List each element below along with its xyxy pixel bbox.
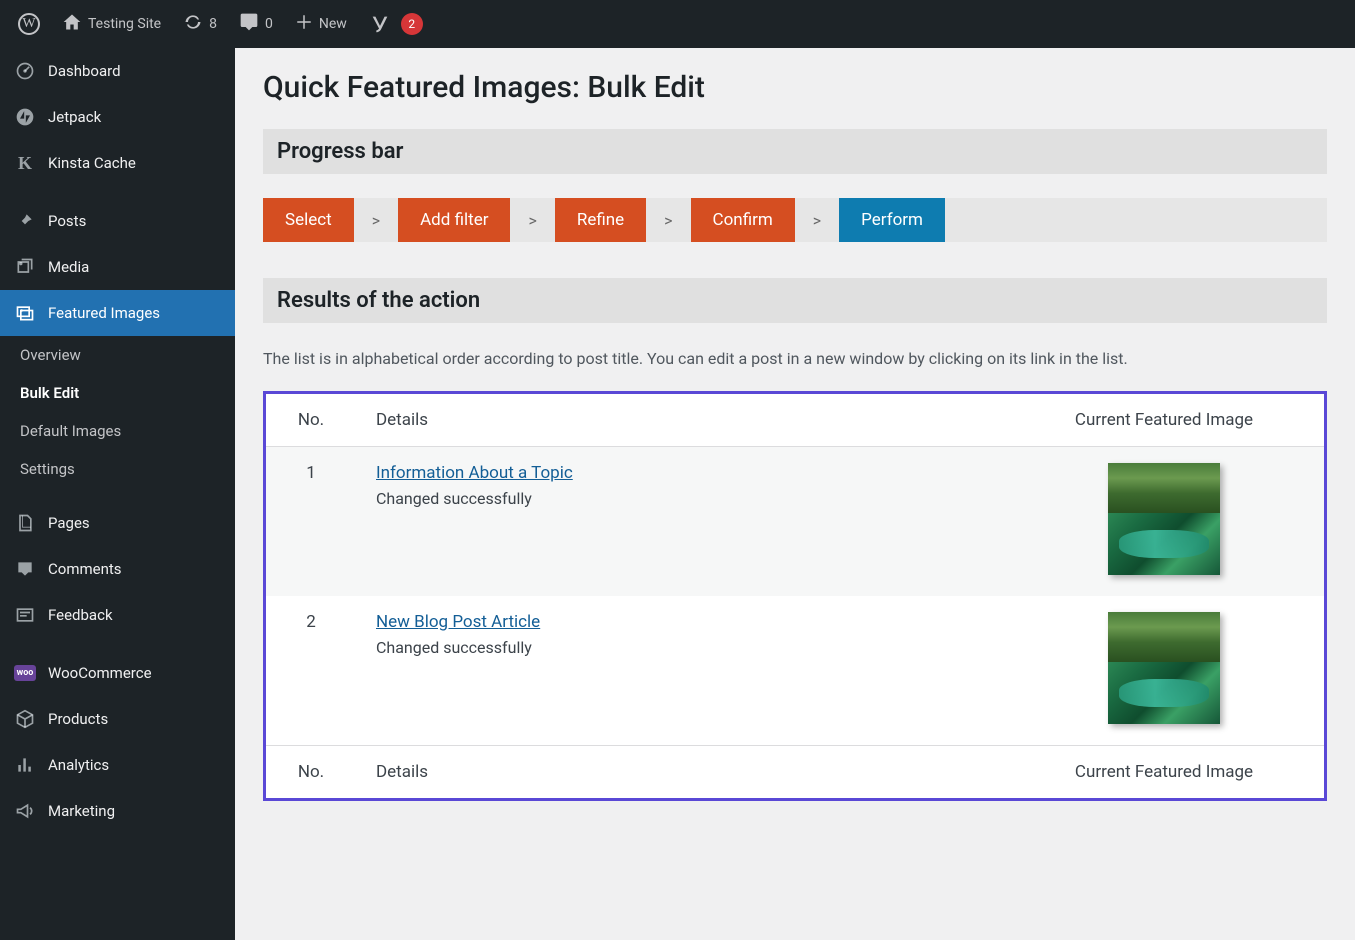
sidebar-item-analytics[interactable]: Analytics: [0, 742, 235, 788]
menu-label: Feedback: [48, 606, 113, 624]
site-name: Testing Site: [88, 16, 161, 32]
sidebar-item-feedback[interactable]: Feedback: [0, 592, 235, 638]
updates-link[interactable]: 8: [175, 0, 225, 48]
wp-icon: W: [18, 13, 40, 35]
post-link[interactable]: Information About a Topic: [376, 463, 573, 483]
col-footer-image: Current Featured Image: [1004, 746, 1324, 799]
featured-image-thumbnail: [1108, 463, 1220, 575]
admin-sidebar: Dashboard Jetpack K Kinsta Cache Posts M…: [0, 48, 235, 940]
menu-label: Kinsta Cache: [48, 154, 136, 172]
results-heading: Results of the action: [263, 278, 1327, 323]
new-label: New: [319, 16, 347, 32]
menu-label: Posts: [48, 212, 86, 230]
submenu-settings[interactable]: Settings: [0, 450, 235, 488]
wordpress-logo[interactable]: W: [10, 0, 48, 48]
sidebar-item-jetpack[interactable]: Jetpack: [0, 94, 235, 140]
menu-label: Comments: [48, 560, 122, 578]
sidebar-item-woocommerce[interactable]: woo WooCommerce: [0, 650, 235, 696]
sidebar-item-kinsta[interactable]: K Kinsta Cache: [0, 140, 235, 186]
kinsta-icon: K: [14, 152, 36, 174]
submenu-default-images[interactable]: Default Images: [0, 412, 235, 450]
sidebar-item-products[interactable]: Products: [0, 696, 235, 742]
step-separator: >: [522, 211, 542, 230]
pin-icon: [14, 210, 36, 232]
col-header-image: Current Featured Image: [1004, 394, 1324, 447]
sidebar-item-dashboard[interactable]: Dashboard: [0, 48, 235, 94]
result-row: 1 Information About a Topic Changed succ…: [266, 447, 1324, 597]
col-header-details: Details: [356, 394, 1004, 447]
updates-count: 8: [209, 16, 217, 32]
col-footer-no: No.: [266, 746, 356, 799]
step-separator: >: [366, 211, 386, 230]
result-row: 2 New Blog Post Article Changed successf…: [266, 596, 1324, 746]
products-icon: [14, 708, 36, 730]
analytics-icon: [14, 754, 36, 776]
step-select[interactable]: Select: [263, 198, 354, 242]
woocommerce-icon: woo: [14, 662, 36, 684]
post-link[interactable]: New Blog Post Article: [376, 612, 540, 632]
menu-label: Pages: [48, 514, 90, 532]
menu-label: Media: [48, 258, 89, 276]
sidebar-item-comments[interactable]: Comments: [0, 546, 235, 592]
menu-label: Marketing: [48, 802, 115, 820]
results-table-container: No. Details Current Featured Image 1 Inf…: [263, 391, 1327, 801]
page-title: Quick Featured Images: Bulk Edit: [263, 70, 1327, 105]
comments-icon: [14, 558, 36, 580]
media-icon: [14, 256, 36, 278]
featured-image-thumbnail: [1108, 612, 1220, 724]
menu-label: Analytics: [48, 756, 109, 774]
submenu-overview[interactable]: Overview: [0, 336, 235, 374]
plus-icon: [295, 13, 313, 35]
featured-images-icon: [14, 302, 36, 324]
menu-label: Jetpack: [48, 108, 101, 126]
sidebar-item-media[interactable]: Media: [0, 244, 235, 290]
step-perform[interactable]: Perform: [839, 198, 945, 242]
row-number: 1: [266, 447, 356, 597]
comment-icon: [239, 12, 259, 36]
col-header-no: No.: [266, 394, 356, 447]
sidebar-item-marketing[interactable]: Marketing: [0, 788, 235, 834]
menu-label: Products: [48, 710, 108, 728]
sidebar-item-posts[interactable]: Posts: [0, 198, 235, 244]
step-refine[interactable]: Refine: [555, 198, 646, 242]
results-description: The list is in alphabetical order accord…: [263, 347, 1327, 371]
admin-toolbar: W Testing Site 8 0 New 2: [0, 0, 1355, 48]
step-confirm[interactable]: Confirm: [691, 198, 795, 242]
progress-bar-heading: Progress bar: [263, 129, 1327, 174]
home-icon: [62, 12, 82, 36]
new-content-link[interactable]: New: [287, 0, 355, 48]
pages-icon: [14, 512, 36, 534]
sidebar-item-pages[interactable]: Pages: [0, 500, 235, 546]
updates-icon: [183, 12, 203, 36]
menu-label: WooCommerce: [48, 664, 152, 682]
feedback-icon: [14, 604, 36, 626]
main-content: Quick Featured Images: Bulk Edit Progres…: [235, 48, 1355, 940]
marketing-icon: [14, 800, 36, 822]
menu-label: Dashboard: [48, 62, 121, 80]
menu-label: Featured Images: [48, 304, 160, 322]
jetpack-icon: [14, 106, 36, 128]
site-link[interactable]: Testing Site: [54, 0, 169, 48]
yoast-badge: 2: [401, 13, 423, 35]
step-separator: >: [658, 211, 678, 230]
progress-steps: Select > Add filter > Refine > Confirm >…: [263, 198, 1327, 242]
step-separator: >: [807, 211, 827, 230]
col-footer-details: Details: [356, 746, 1004, 799]
comments-link[interactable]: 0: [231, 0, 281, 48]
yoast-link[interactable]: 2: [361, 0, 431, 48]
results-table: No. Details Current Featured Image 1 Inf…: [266, 394, 1324, 798]
dashboard-icon: [14, 60, 36, 82]
submenu-bulk-edit[interactable]: Bulk Edit: [0, 374, 235, 412]
step-add-filter[interactable]: Add filter: [398, 198, 510, 242]
row-number: 2: [266, 596, 356, 746]
yoast-icon: [369, 13, 391, 35]
comments-count: 0: [265, 16, 273, 32]
post-status: Changed successfully: [376, 489, 532, 508]
post-status: Changed successfully: [376, 638, 532, 657]
sidebar-item-featured-images[interactable]: Featured Images: [0, 290, 235, 336]
